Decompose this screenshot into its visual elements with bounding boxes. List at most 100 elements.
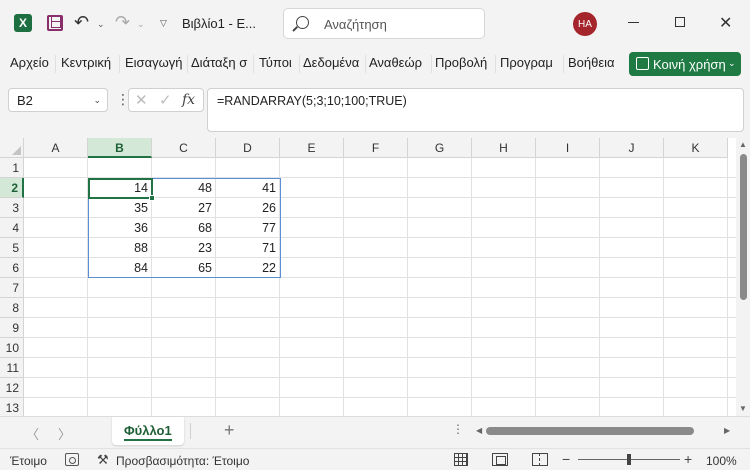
chevron-left-icon[interactable]: 〈 [26, 424, 39, 443]
vertical-scroll-thumb[interactable] [740, 154, 747, 300]
select-all-corner[interactable] [0, 138, 24, 158]
insert-function-icon[interactable]: fx [182, 92, 195, 108]
sheet-tab-active[interactable]: Φύλλο1 [112, 417, 184, 445]
excel-logo-icon: X [14, 14, 32, 32]
tab-developer[interactable]: Προγραμ [500, 55, 553, 70]
save-icon[interactable] [47, 15, 63, 31]
column-header-h[interactable]: H [472, 138, 536, 158]
row-header-3[interactable]: 3 [0, 198, 24, 218]
search-box[interactable]: Αναζήτηση [283, 8, 485, 39]
horizontal-scroll-thumb[interactable] [486, 427, 694, 435]
undo-dropdown-icon[interactable]: ⌄ [97, 19, 105, 30]
status-ready: Έτοιμο [10, 454, 47, 468]
tab-separator [55, 55, 56, 73]
close-icon[interactable]: ✕ [719, 13, 732, 33]
row-header-13[interactable]: 13 [0, 398, 24, 418]
row-header-1[interactable]: 1 [0, 158, 24, 178]
minimize-icon[interactable] [628, 22, 639, 23]
chevron-down-icon: ⌄ [728, 58, 736, 68]
customize-qat-icon[interactable]: ▽ [160, 18, 167, 29]
title-bar: X ↶ ⌄ ↷ ⌄ ▽ Βιβλίο1 - Ε... Αναζήτηση HA … [0, 0, 750, 46]
row-header-11[interactable]: 11 [0, 358, 24, 378]
zoom-out-icon[interactable]: − [562, 451, 570, 467]
more-options-icon[interactable]: ⋮ [452, 422, 464, 436]
row-header-9[interactable]: 9 [0, 318, 24, 338]
tab-insert[interactable]: Εισαγωγή [125, 55, 182, 70]
search-icon [296, 16, 309, 29]
row-header-6[interactable]: 6 [0, 258, 24, 278]
column-header-f[interactable]: F [344, 138, 408, 158]
row-header-7[interactable]: 7 [0, 278, 24, 298]
tab-separator [563, 55, 564, 73]
status-bar: Έτοιμο ⚒ Προσβασιμότητα: Έτοιμο − + 100% [0, 448, 750, 470]
formula-buttons: ✕ ✓ fx [128, 88, 204, 112]
scroll-right-icon[interactable]: ▶ [724, 426, 730, 435]
row-header-8[interactable]: 8 [0, 298, 24, 318]
normal-view-icon[interactable] [454, 453, 468, 466]
zoom-slider-thumb[interactable] [627, 454, 631, 465]
row-header-5[interactable]: 5 [0, 238, 24, 258]
tab-help[interactable]: Βοήθεια [568, 55, 615, 70]
scroll-left-icon[interactable]: ◀ [476, 426, 482, 435]
column-header-b[interactable]: B [88, 138, 152, 158]
column-header-a[interactable]: A [24, 138, 88, 158]
tab-view[interactable]: Προβολή [435, 55, 487, 70]
tab-page-layout[interactable]: Διάταξη σ [191, 55, 247, 70]
column-header-i[interactable]: I [536, 138, 600, 158]
macro-recording-icon[interactable] [65, 453, 79, 466]
tab-separator [299, 55, 300, 73]
tab-separator [431, 55, 432, 73]
column-header-k[interactable]: K [664, 138, 728, 158]
column-header-g[interactable]: G [408, 138, 472, 158]
document-title[interactable]: Βιβλίο1 - Ε... [182, 16, 256, 31]
sheet-tab-underline [124, 439, 172, 441]
user-avatar[interactable]: HA [573, 12, 597, 36]
cancel-icon[interactable]: ✕ [135, 91, 148, 109]
check-icon[interactable]: ✓ [159, 91, 172, 109]
vertical-scrollbar[interactable]: ▲ ▼ [736, 138, 750, 416]
page-layout-view-icon[interactable] [492, 453, 508, 466]
scroll-up-icon[interactable]: ▲ [739, 140, 747, 149]
tab-separator [187, 55, 188, 73]
name-box[interactable]: B2 ⌄ [8, 88, 108, 112]
active-cell[interactable] [88, 178, 153, 199]
tab-home[interactable]: Κεντρική [61, 55, 111, 70]
column-header-c[interactable]: C [152, 138, 216, 158]
tab-data[interactable]: Δεδομένα [303, 55, 359, 70]
zoom-in-icon[interactable]: + [684, 451, 692, 467]
chevron-right-icon[interactable]: 〉 [58, 424, 71, 443]
maximize-icon[interactable] [675, 17, 685, 27]
column-header-j[interactable]: J [600, 138, 664, 158]
formula-input[interactable]: =RANDARRAY(5;3;10;100;TRUE) [207, 88, 744, 132]
share-button[interactable]: Κοινή χρήση ⌄ [629, 52, 741, 76]
scroll-down-icon[interactable]: ▼ [739, 404, 747, 413]
row-header-4[interactable]: 4 [0, 218, 24, 238]
add-sheet-icon[interactable]: + [224, 420, 235, 441]
column-header-d[interactable]: D [216, 138, 280, 158]
row-header-10[interactable]: 10 [0, 338, 24, 358]
tab-file[interactable]: Αρχείο [10, 55, 49, 70]
zoom-level[interactable]: 100% [706, 454, 737, 468]
search-placeholder: Αναζήτηση [324, 17, 387, 32]
row-header-12[interactable]: 12 [0, 378, 24, 398]
chevron-down-icon[interactable]: ⌄ [93, 95, 101, 106]
row-header-2[interactable]: 2 [0, 178, 24, 198]
horizontal-scrollbar[interactable] [486, 427, 720, 435]
divider [190, 423, 191, 439]
page-break-view-icon[interactable] [532, 453, 548, 466]
tab-separator [495, 55, 496, 73]
redo-dropdown-icon[interactable]: ⌄ [137, 19, 145, 30]
sheet-tab-bar: 〈 〉 Φύλλο1 + ⋮ ◀ ▶ [0, 416, 750, 448]
accessibility-icon[interactable]: ⚒ [97, 452, 109, 468]
tab-review[interactable]: Αναθεώρ [369, 55, 422, 70]
formula-text: =RANDARRAY(5;3;10;100;TRUE) [217, 94, 407, 108]
fill-handle[interactable] [149, 195, 155, 201]
column-header-e[interactable]: E [280, 138, 344, 158]
accessibility-status[interactable]: Προσβασιμότητα: Έτοιμο [116, 454, 249, 468]
share-icon [636, 57, 649, 70]
undo-icon[interactable]: ↶ [74, 12, 89, 33]
tab-separator [253, 55, 254, 73]
spreadsheet-grid: ABCDEFGHIJK 1 2 3 4 5 6 7 8 9 10 11 12 13 14 48 41 35 27… [0, 138, 750, 418]
redo-icon[interactable]: ↷ [115, 12, 130, 33]
tab-formulas[interactable]: Τύποι [259, 55, 292, 70]
